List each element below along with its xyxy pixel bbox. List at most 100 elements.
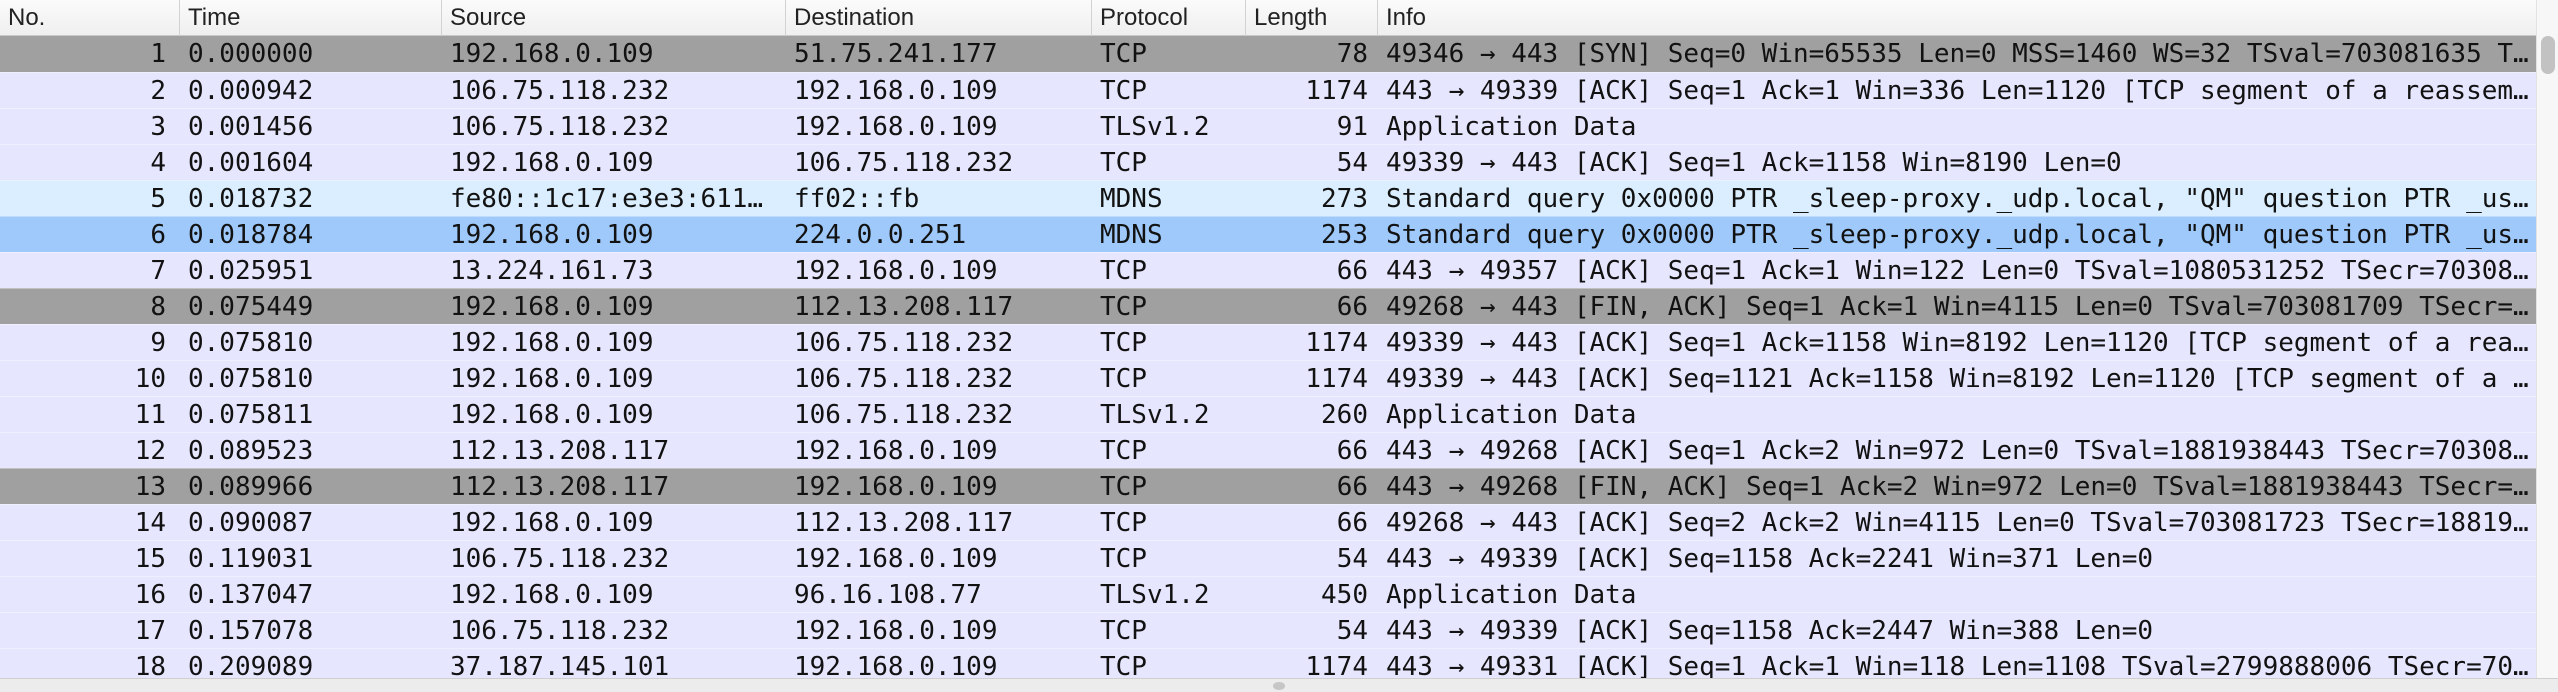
packet-length: 1174: [1305, 328, 1368, 358]
packet-time: 0.000942: [188, 76, 314, 106]
packet-row[interactable]: 8 0.075449 192.168.0.109 112.13.208.117 TCP 6…: [0, 288, 2536, 324]
packet-no: 2: [150, 76, 166, 106]
packet-row[interactable]: 6 0.018784 192.168.0.109 224.0.0.251 MDNS 253…: [0, 216, 2536, 252]
packet-row[interactable]: 9 0.075810 192.168.0.109 106.75.118.232 TCP 1…: [0, 324, 2536, 360]
packet-row[interactable]: 4 0.001604 192.168.0.109 106.75.118.232 TCP 5…: [0, 144, 2536, 180]
packet-length: 54: [1336, 148, 1368, 178]
packet-row[interactable]: 16 0.137047 192.168.0.109 96.16.108.77 TLSv1…: [0, 576, 2536, 612]
column-header-protocol[interactable]: Protocol: [1092, 0, 1246, 36]
packet-protocol: TLSv1.2: [1100, 400, 1210, 430]
packet-length: 66: [1336, 436, 1368, 466]
column-header-length[interactable]: Length: [1246, 0, 1378, 36]
packet-row[interactable]: 3 0.001456 106.75.118.232 192.168.0.109 TLSv…: [0, 108, 2536, 144]
column-header-time[interactable]: Time: [180, 0, 442, 36]
packet-destination: 106.75.118.232: [794, 400, 1014, 430]
packet-source: 192.168.0.109: [450, 220, 654, 250]
packet-row[interactable]: 13 0.089966 112.13.208.117 192.168.0.109 TCP…: [0, 468, 2536, 504]
split-handle-icon[interactable]: [1273, 682, 1285, 690]
packet-length: 1174: [1305, 364, 1368, 394]
packet-info: Application Data: [1386, 580, 1637, 610]
packet-protocol: TCP: [1100, 256, 1147, 286]
pane-splitter[interactable]: [0, 678, 2558, 692]
packet-destination: 112.13.208.117: [794, 292, 1014, 322]
packet-list[interactable]: No. Time Source Destination Protocol Len…: [0, 0, 2558, 692]
packet-protocol: TLSv1.2: [1100, 112, 1210, 142]
packet-info: 443 → 49339 [ACK] Seq=1158 Ack=2447 Win=…: [1386, 616, 2154, 646]
packet-time: 0.001604: [188, 148, 314, 178]
packet-time: 0.075810: [188, 364, 314, 394]
packet-source: 192.168.0.109: [450, 508, 654, 538]
packet-no: 7: [150, 256, 166, 286]
packet-time: 0.137047: [188, 580, 314, 610]
packet-source: 112.13.208.117: [450, 472, 670, 502]
packet-destination: 224.0.0.251: [794, 220, 967, 250]
packet-length: 66: [1336, 256, 1368, 286]
packet-destination: 192.168.0.109: [794, 436, 998, 466]
packet-length: 54: [1336, 544, 1368, 574]
packet-destination: 192.168.0.109: [794, 112, 998, 142]
packet-no: 3: [150, 112, 166, 142]
column-header-destination[interactable]: Destination: [786, 0, 1092, 36]
packet-no: 8: [150, 292, 166, 322]
packet-destination: 192.168.0.109: [794, 256, 998, 286]
packet-no: 12: [134, 436, 166, 466]
packet-protocol: TCP: [1100, 508, 1147, 538]
packet-length: 273: [1321, 184, 1368, 214]
packet-info: Application Data: [1386, 400, 1637, 430]
packet-time: 0.090087: [188, 508, 314, 538]
packet-no: 14: [134, 508, 166, 538]
packet-row[interactable]: 5 0.018732 fe80::1c17:e3e3:611… ff02::fb MDN…: [0, 180, 2536, 216]
packet-protocol: TCP: [1100, 472, 1147, 502]
packet-info: 443 → 49339 [ACK] Seq=1158 Ack=2241 Win=…: [1386, 544, 2154, 574]
packet-source: 192.168.0.109: [450, 400, 654, 430]
packet-info: 443 → 49268 [FIN, ACK] Seq=1 Ack=2 Win=9…: [1386, 472, 2529, 502]
column-header-no[interactable]: No.: [0, 0, 180, 36]
packet-destination: 112.13.208.117: [794, 508, 1014, 538]
packet-length: 260: [1321, 400, 1368, 430]
packet-protocol: MDNS: [1100, 184, 1163, 214]
packet-destination: 51.75.241.177: [794, 39, 998, 69]
packet-info: 49268 → 443 [FIN, ACK] Seq=1 Ack=1 Win=4…: [1386, 292, 2529, 322]
column-header-source[interactable]: Source: [442, 0, 786, 36]
scrollbar-thumb[interactable]: [2541, 36, 2555, 74]
packet-time: 0.075811: [188, 400, 314, 430]
packet-length: 91: [1336, 112, 1368, 142]
packet-info: 443 → 49357 [ACK] Seq=1 Ack=1 Win=122 Le…: [1386, 256, 2529, 286]
packet-no: 11: [134, 400, 166, 430]
packet-row[interactable]: 12 0.089523 112.13.208.117 192.168.0.109 TCP…: [0, 432, 2536, 468]
packet-protocol: TCP: [1100, 76, 1147, 106]
packet-destination: 192.168.0.109: [794, 76, 998, 106]
vertical-scrollbar[interactable]: [2536, 0, 2558, 678]
packet-source: 106.75.118.232: [450, 76, 670, 106]
column-header-info[interactable]: Info: [1378, 0, 2536, 36]
packet-row[interactable]: 2 0.000942 106.75.118.232 192.168.0.109 TCP 1…: [0, 72, 2536, 108]
packet-row[interactable]: 15 0.119031 106.75.118.232 192.168.0.109 TCP…: [0, 540, 2536, 576]
packet-time: 0.075449: [188, 292, 314, 322]
packet-time: 0.018732: [188, 184, 314, 214]
packet-length: 253: [1321, 220, 1368, 250]
packet-protocol: TCP: [1100, 544, 1147, 574]
packet-length: 1174: [1305, 76, 1368, 106]
packet-source: 192.168.0.109: [450, 39, 654, 69]
packet-row[interactable]: 14 0.090087 192.168.0.109 112.13.208.117 TCP…: [0, 504, 2536, 540]
packet-row[interactable]: 17 0.157078 106.75.118.232 192.168.0.109 TCP…: [0, 612, 2536, 648]
packet-protocol: MDNS: [1100, 220, 1163, 250]
packet-protocol: TCP: [1100, 148, 1147, 178]
packet-row[interactable]: 7 0.025951 13.224.161.73 192.168.0.109 TCP 66…: [0, 252, 2536, 288]
packet-source: 192.168.0.109: [450, 292, 654, 322]
packet-row[interactable]: 11 0.075811 192.168.0.109 106.75.118.232 TLS…: [0, 396, 2536, 432]
packet-row[interactable]: 10 0.075810 192.168.0.109 106.75.118.232 TCP…: [0, 360, 2536, 396]
packet-protocol: TCP: [1100, 436, 1147, 466]
packet-time: 0.075810: [188, 328, 314, 358]
packet-no: 1: [150, 39, 166, 69]
packet-length: 66: [1336, 292, 1368, 322]
packet-source: 106.75.118.232: [450, 544, 670, 574]
packet-list-header: No. Time Source Destination Protocol Len…: [0, 0, 2536, 36]
packet-length: 54: [1336, 616, 1368, 646]
packet-row[interactable]: 1 0.000000 192.168.0.109 51.75.241.177 TCP 78…: [0, 36, 2536, 72]
packet-time: 0.089523: [188, 436, 314, 466]
packet-length: 78: [1336, 39, 1368, 69]
packet-no: 13: [134, 472, 166, 502]
packet-destination: 106.75.118.232: [794, 148, 1014, 178]
packet-time: 0.119031: [188, 544, 314, 574]
